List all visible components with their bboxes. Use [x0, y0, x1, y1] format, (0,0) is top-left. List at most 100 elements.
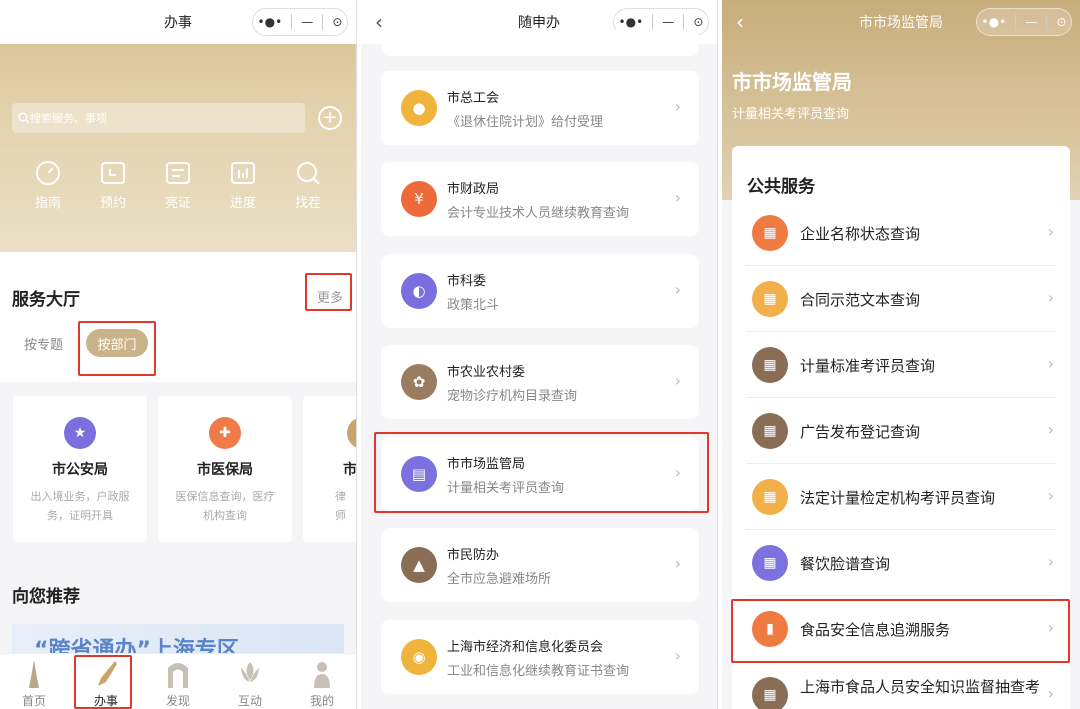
service-row[interactable]: ▦ 餐饮脸谱查询 ›: [746, 530, 1056, 596]
chevron-right-icon: ›: [674, 554, 681, 573]
minimize-icon[interactable]: —: [1025, 15, 1037, 29]
item-title: 上海市经济和信息化委员会: [447, 640, 604, 655]
chevron-right-icon: ›: [1047, 288, 1054, 307]
shelter-icon: ▲: [401, 547, 437, 583]
dept-list-item[interactable]: ¥ 市财政局 会计专业技术人员继续教育查询 ›: [381, 162, 699, 236]
chevron-right-icon: ›: [674, 97, 681, 116]
dept-card[interactable]: 市 律师: [303, 396, 357, 542]
search-input[interactable]: 搜索服务、事项: [12, 103, 305, 133]
miniapp-capsule: •●• — ⊙: [252, 8, 348, 36]
medical-cross-icon: ✚: [209, 417, 241, 449]
doc-search-icon: ▦: [752, 215, 788, 251]
miniapp-capsule: •●• — ⊙: [976, 8, 1072, 36]
service-row[interactable]: ▦ 合同示范文本查询 ›: [746, 266, 1056, 332]
dept-list-item[interactable]: ● 市总工会 《退休住院计划》给付受理 ›: [381, 71, 699, 145]
highlight-box: [731, 599, 1070, 663]
quick-progress[interactable]: 进度: [213, 160, 273, 211]
title-bar: ‹ 市市场监管局 •●• — ⊙: [722, 0, 1080, 44]
quick-label: 亮证: [164, 196, 191, 211]
highlight-box: [374, 432, 709, 513]
gauge-icon: [36, 161, 60, 185]
tab-label: 首页: [21, 694, 46, 708]
chevron-right-icon: ›: [1047, 420, 1054, 439]
flower-icon: [241, 662, 259, 682]
close-icon[interactable]: ⊙: [332, 15, 342, 29]
item-title: 市财政局: [447, 182, 500, 197]
tab-discover[interactable]: 发现: [148, 658, 208, 709]
dept-card[interactable]: ★ 市公安局 出入境业务，户政服务，证明开具: [13, 396, 147, 542]
service-row[interactable]: ▦ 法定计量检定机构考评员查询 ›: [746, 464, 1056, 530]
item-title: 市农业农村委: [447, 365, 526, 380]
chevron-right-icon: ›: [1047, 552, 1054, 571]
page-title: 随申办: [518, 15, 560, 31]
calendar-icon: [101, 162, 125, 184]
item-subtitle: 会计专业技术人员继续教育查询: [447, 206, 630, 221]
tab-interact[interactable]: 互动: [220, 658, 280, 709]
dept-desc: 医保信息查询，医疗机构查询: [175, 490, 275, 522]
divider: [291, 14, 293, 30]
doc-search-icon: ▦: [752, 545, 788, 581]
bureau-heading: 市市场监管局: [732, 70, 852, 94]
panel-market-bureau: ‹ 市市场监管局 •●• — ⊙ 市市场监管局 计量相关考评员查询 公共服务 ▦…: [722, 0, 1080, 709]
tab-home[interactable]: 首页: [4, 658, 64, 709]
page-title: 市市场监管局: [859, 15, 943, 31]
page-title: 办事: [164, 15, 192, 31]
add-icon[interactable]: +: [318, 106, 342, 130]
tab-by-topic[interactable]: 按专题: [24, 334, 63, 353]
more-menu-icon[interactable]: •●•: [982, 15, 1007, 29]
service-row[interactable]: ▦ 企业名称状态查询 ›: [746, 200, 1056, 266]
quick-feedback[interactable]: 找茬: [278, 160, 338, 211]
quick-guide[interactable]: 指南: [18, 160, 78, 211]
highlight-box: [78, 321, 156, 376]
search-placeholder: 搜索服务、事项: [30, 112, 107, 125]
more-menu-icon[interactable]: •●•: [258, 15, 283, 29]
doc-search-icon: ▦: [752, 281, 788, 317]
close-icon[interactable]: ⊙: [1056, 15, 1066, 29]
service-row[interactable]: ▦ 广告发布登记查询 ›: [746, 398, 1056, 464]
search-icon: [18, 112, 30, 124]
tab-mine[interactable]: 我的: [292, 658, 352, 709]
service-label: 法定计量检定机构考评员查询: [800, 489, 996, 507]
tab-label: 我的: [309, 694, 334, 708]
dept-list-item[interactable]: ◐ 市科委 政策北斗 ›: [381, 254, 699, 328]
quick-show-id[interactable]: 亮证: [148, 160, 208, 211]
quick-label: 进度: [229, 196, 256, 211]
arch-icon: [168, 663, 188, 688]
union-icon: ●: [401, 90, 437, 126]
quick-label: 指南: [34, 196, 61, 211]
dept-card[interactable]: ✚ 市医保局 医保信息查询，医疗机构查询: [158, 396, 292, 542]
divider: [683, 14, 685, 30]
shield-icon: ★: [64, 417, 96, 449]
title-bar: 办事 •●• — ⊙: [0, 0, 356, 44]
close-icon[interactable]: ⊙: [693, 15, 703, 29]
doc-search-icon: ▦: [752, 347, 788, 383]
dept-list-item[interactable]: ✿ 市农业农村委 宠物诊疗机构目录查询 ›: [381, 345, 699, 419]
back-icon[interactable]: ‹: [736, 10, 744, 34]
doc-search-icon: ▦: [752, 413, 788, 449]
chevron-right-icon: ›: [1047, 684, 1054, 703]
more-menu-icon[interactable]: •●•: [619, 15, 644, 29]
dept-name: 市医保局: [197, 462, 253, 478]
service-row[interactable]: ▦ 上海市食品人员安全知识监督抽查考 ›: [746, 662, 1056, 709]
id-card-icon: [166, 162, 190, 184]
dept-name: 市公安局: [52, 462, 108, 478]
service-label: 合同示范文本查询: [800, 291, 921, 309]
finance-icon: ¥: [401, 181, 437, 217]
panel-banshi: 办事 •●• — ⊙ 搜索服务、事项 + 指南 预约 亮证 进度 找茬 服务大厅…: [0, 0, 357, 709]
service-row[interactable]: ▦ 计量标准考评员查询 ›: [746, 332, 1056, 398]
item-title: 市民防办: [447, 548, 500, 563]
dept-name: 市: [343, 462, 357, 478]
dept-list-item[interactable]: ◉ 上海市经济和信息化委员会 工业和信息化继续教育证书查询 ›: [381, 620, 699, 694]
item-subtitle: 全市应急避难场所: [447, 572, 552, 587]
minimize-icon[interactable]: —: [662, 15, 674, 29]
divider: [1015, 14, 1017, 30]
service-label: 上海市食品人员安全知识监督抽查考: [800, 678, 1041, 696]
minimize-icon[interactable]: —: [301, 15, 313, 29]
science-icon: ◐: [401, 273, 437, 309]
dept-list-item[interactable]: ▲ 市民防办 全市应急避难场所 ›: [381, 528, 699, 602]
chevron-right-icon: ›: [1047, 486, 1054, 505]
wheat-icon: ✿: [401, 364, 437, 400]
chevron-right-icon: ›: [1047, 222, 1054, 241]
divider: [322, 14, 324, 30]
quick-appointment[interactable]: 预约: [83, 160, 143, 211]
